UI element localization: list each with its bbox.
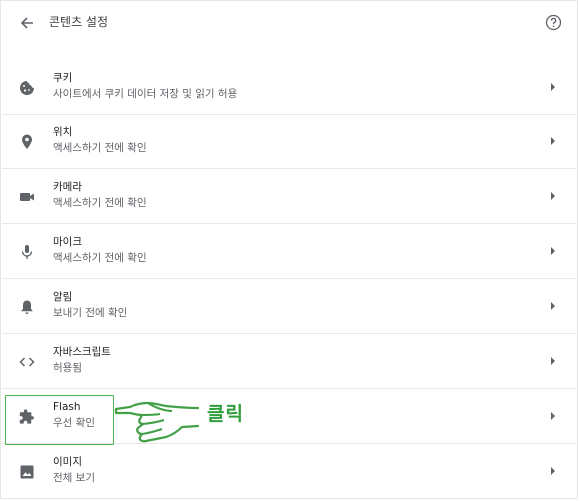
page-title: 콘텐츠 설정	[49, 15, 109, 29]
microphone-icon	[21, 245, 33, 259]
code-icon	[19, 357, 35, 367]
chevron-right-icon	[551, 247, 555, 255]
image-icon	[20, 465, 34, 479]
setting-row-microphone[interactable]: 마이크 액세스하기 전에 확인	[2, 225, 576, 279]
setting-description: 액세스하기 전에 확인	[53, 142, 147, 154]
setting-label: 마이크	[53, 236, 82, 248]
setting-label: 알림	[53, 291, 73, 303]
setting-description: 사이트에서 쿠키 데이터 저장 및 읽기 허용	[53, 88, 238, 100]
setting-label: 위치	[53, 126, 73, 138]
chevron-right-icon	[551, 302, 555, 310]
chevron-right-icon	[551, 83, 555, 91]
chevron-right-icon	[551, 192, 555, 200]
setting-label: 자바스크립트	[53, 346, 111, 358]
setting-description: 액세스하기 전에 확인	[53, 252, 147, 264]
location-pin-icon	[22, 134, 32, 149]
setting-row-camera[interactable]: 카메라 액세스하기 전에 확인	[2, 170, 576, 224]
setting-label: 카메라	[53, 181, 82, 193]
chevron-right-icon	[551, 467, 555, 475]
arrow-left-icon[interactable]	[18, 14, 36, 32]
setting-description: 보내기 전에 확인	[53, 307, 128, 319]
flash-highlight-box	[5, 395, 114, 445]
page-header: 콘텐츠 설정	[0, 0, 580, 47]
setting-row-cookies[interactable]: 쿠키 사이트에서 쿠키 데이터 저장 및 읽기 허용	[2, 61, 576, 115]
setting-description: 허용됨	[53, 362, 82, 374]
setting-row-notifications[interactable]: 알림 보내기 전에 확인	[2, 280, 576, 334]
setting-row-javascript[interactable]: 자바스크립트 허용됨	[2, 335, 576, 389]
setting-label: 쿠키	[53, 72, 73, 84]
setting-description: 전체 보기	[53, 472, 95, 484]
help-circle-icon[interactable]	[545, 14, 562, 31]
setting-row-images[interactable]: 이미지 전체 보기	[2, 445, 576, 499]
cookie-icon	[20, 81, 34, 95]
camera-icon	[20, 193, 34, 201]
chevron-right-icon	[551, 137, 555, 145]
click-annotation: 클릭	[207, 403, 244, 425]
bell-icon	[21, 300, 33, 314]
setting-row-location[interactable]: 위치 액세스하기 전에 확인	[2, 115, 576, 169]
chevron-right-icon	[551, 412, 555, 420]
pointing-hand-icon	[114, 401, 200, 443]
setting-description: 액세스하기 전에 확인	[53, 197, 147, 209]
chevron-right-icon	[551, 357, 555, 365]
setting-label: 이미지	[53, 456, 82, 468]
